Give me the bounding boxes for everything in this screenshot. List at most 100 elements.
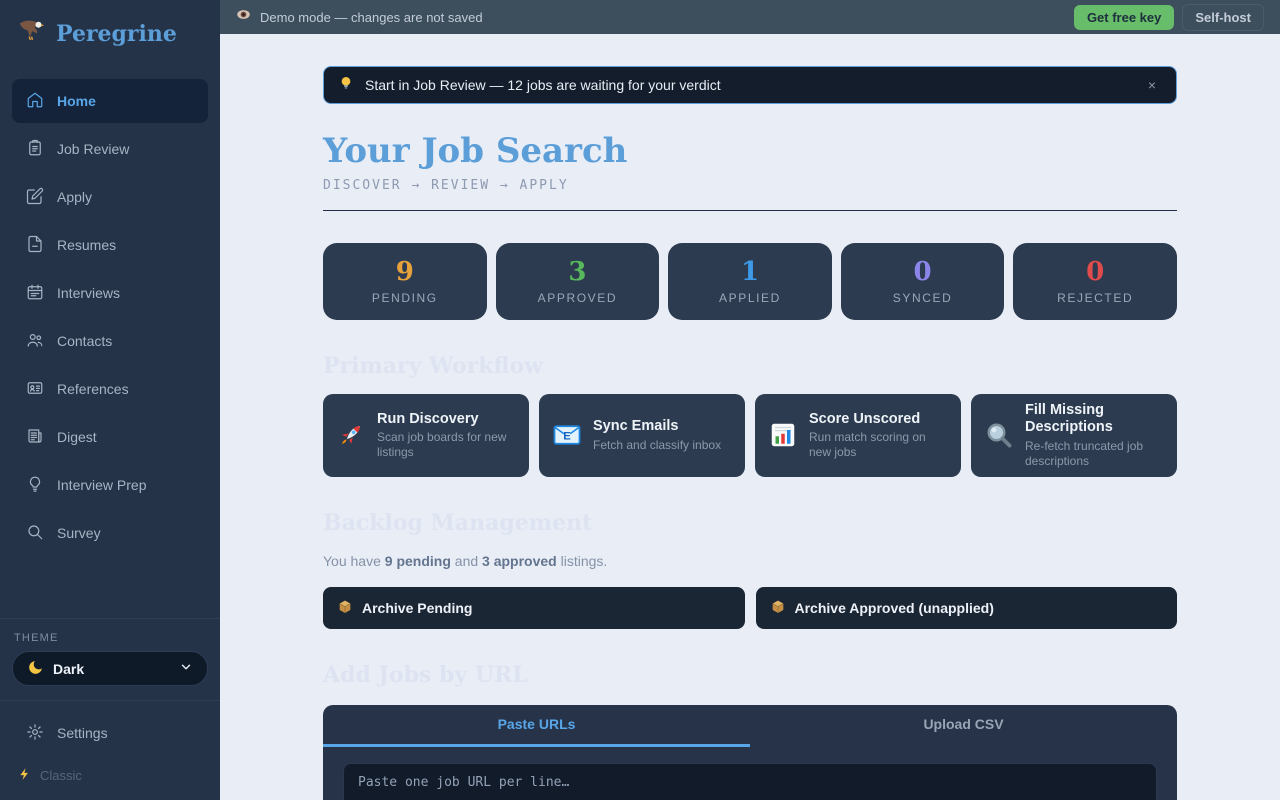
main-column: Demo mode — changes are not saved Get fr…: [220, 0, 1280, 800]
stat-value: 0: [914, 259, 932, 285]
calendar-icon: [26, 283, 44, 304]
edit-icon: [26, 187, 44, 208]
stat-label: REJECTED: [1057, 291, 1133, 305]
bar-chart-icon: [767, 420, 799, 450]
wf-card-title: Score Unscored: [809, 411, 949, 428]
stat-card-approved: 3 APPROVED: [496, 243, 660, 320]
classic-mode-toggle[interactable]: Classic: [0, 757, 220, 800]
sidebar-item-label: Interview Prep: [57, 477, 146, 493]
sidebar-item-settings[interactable]: Settings: [12, 711, 208, 755]
section-heading-primary-workflow: Primary Workflow: [323, 353, 1177, 379]
sidebar-item-label: References: [57, 381, 129, 397]
chevron-down-icon: [179, 660, 193, 677]
archive-row: Archive Pending Archive Approved (unappl…: [323, 587, 1177, 629]
id-card-icon: [26, 379, 44, 400]
stat-card-pending: 9 PENDING: [323, 243, 487, 320]
url-input[interactable]: [343, 763, 1157, 800]
sidebar-item-references[interactable]: References: [12, 367, 208, 411]
sidebar-item-resumes[interactable]: Resumes: [12, 223, 208, 267]
sidebar-item-interview-prep[interactable]: Interview Prep: [12, 463, 208, 507]
sidebar-item-label: Apply: [57, 189, 92, 205]
get-free-key-button[interactable]: Get free key: [1074, 5, 1174, 30]
section-heading-add-jobs-by-url: Add Jobs by URL: [323, 662, 1177, 688]
people-icon: [26, 331, 44, 352]
banner-text: Start in Job Review — 12 jobs are waitin…: [365, 77, 721, 93]
sidebar-item-contacts[interactable]: Contacts: [12, 319, 208, 363]
brand: Peregrine: [0, 0, 220, 63]
section-heading-backlog-management: Backlog Management: [323, 510, 1177, 536]
sync-emails-button[interactable]: E Sync Emails Fetch and classify inbox: [539, 394, 745, 477]
add-jobs-tabs: Paste URLs Upload CSV: [323, 705, 1177, 747]
stat-value: 9: [396, 259, 414, 285]
close-icon[interactable]: ×: [1142, 75, 1162, 95]
wf-card-text: Sync Emails Fetch and classify inbox: [593, 418, 721, 452]
sidebar-item-label: Settings: [57, 725, 108, 741]
sidebar: Peregrine Home Job Review Apply Resumes …: [0, 0, 220, 800]
lightning-icon: [18, 767, 32, 784]
run-discovery-button[interactable]: Run Discovery Scan job boards for new li…: [323, 394, 529, 477]
tab-upload-csv[interactable]: Upload CSV: [750, 705, 1177, 747]
pending-count: 9 pending: [385, 553, 451, 569]
sidebar-footer: THEME Dark Settings Classic: [0, 618, 220, 800]
clipboard-icon: [26, 139, 44, 160]
sidebar-item-label: Survey: [57, 525, 101, 541]
sidebar-item-home[interactable]: Home: [12, 79, 208, 123]
theme-label: THEME: [0, 619, 220, 651]
wf-card-text: Score Unscored Run match scoring on new …: [809, 411, 949, 460]
stat-value: 0: [1086, 259, 1104, 285]
moon-icon: [27, 659, 44, 679]
fill-missing-descriptions-button[interactable]: Fill Missing Descriptions Re-fetch trunc…: [971, 394, 1177, 477]
newspaper-icon: [26, 427, 44, 448]
stats-row: 9 PENDING 3 APPROVED 1 APPLIED 0 SYNCED …: [323, 243, 1177, 320]
score-unscored-button[interactable]: Score Unscored Run match scoring on new …: [755, 394, 961, 477]
sidebar-item-interviews[interactable]: Interviews: [12, 271, 208, 315]
sidebar-item-apply[interactable]: Apply: [12, 175, 208, 219]
archive-approved-button[interactable]: Archive Approved (unapplied): [756, 587, 1178, 629]
home-icon: [26, 91, 44, 112]
sidebar-item-label: Interviews: [57, 285, 120, 301]
wf-card-subtitle: Re-fetch truncated job descriptions: [1025, 439, 1165, 469]
search-icon: [26, 523, 44, 544]
stat-card-applied: 1 APPLIED: [668, 243, 832, 320]
self-host-button[interactable]: Self-host: [1182, 4, 1264, 31]
topbar-actions: Get free key Self-host: [1074, 4, 1264, 31]
sidebar-item-job-review[interactable]: Job Review: [12, 127, 208, 171]
document-icon: [26, 235, 44, 256]
page-title: Your Job Search: [323, 131, 1177, 171]
stat-value: 1: [741, 259, 759, 285]
archive-pending-button[interactable]: Archive Pending: [323, 587, 745, 629]
breadcrumb: DISCOVER → REVIEW → APPLY: [323, 178, 1177, 193]
wf-card-subtitle: Fetch and classify inbox: [593, 438, 721, 453]
divider: [323, 210, 1177, 211]
theme-select-value: Dark: [53, 661, 84, 677]
gear-icon: [26, 723, 44, 744]
add-jobs-card: Paste URLs Upload CSV: [323, 705, 1177, 800]
package-icon: [337, 598, 353, 617]
content-area: Start in Job Review — 12 jobs are waitin…: [220, 34, 1280, 800]
eye-icon: [236, 7, 251, 27]
theme-select[interactable]: Dark: [12, 651, 208, 686]
sidebar-item-label: Job Review: [57, 141, 129, 157]
sidebar-nav: Home Job Review Apply Resumes Interviews…: [0, 63, 220, 559]
workflow-row: Run Discovery Scan job boards for new li…: [323, 394, 1177, 477]
wf-card-title: Sync Emails: [593, 418, 721, 435]
tab-paste-urls[interactable]: Paste URLs: [323, 705, 750, 747]
stat-value: 3: [568, 259, 586, 285]
wf-card-title: Fill Missing Descriptions: [1025, 402, 1165, 437]
wf-card-title: Run Discovery: [377, 411, 517, 428]
stat-card-rejected: 0 REJECTED: [1013, 243, 1177, 320]
wf-card-text: Fill Missing Descriptions Re-fetch trunc…: [1025, 402, 1165, 469]
sidebar-item-label: Contacts: [57, 333, 112, 349]
sidebar-item-digest[interactable]: Digest: [12, 415, 208, 459]
rocket-icon: [335, 420, 367, 450]
paste-urls-panel: [323, 747, 1177, 800]
magnifier-icon: [983, 420, 1015, 450]
sidebar-item-label: Resumes: [57, 237, 116, 253]
sidebar-item-survey[interactable]: Survey: [12, 511, 208, 555]
lightbulb-icon: [26, 475, 44, 496]
wf-card-subtitle: Run match scoring on new jobs: [809, 430, 949, 460]
stat-label: APPLIED: [719, 291, 781, 305]
eagle-logo-icon: [16, 16, 46, 51]
demo-mode-text: Demo mode — changes are not saved: [260, 10, 483, 25]
lightbulb-icon: [338, 75, 354, 96]
